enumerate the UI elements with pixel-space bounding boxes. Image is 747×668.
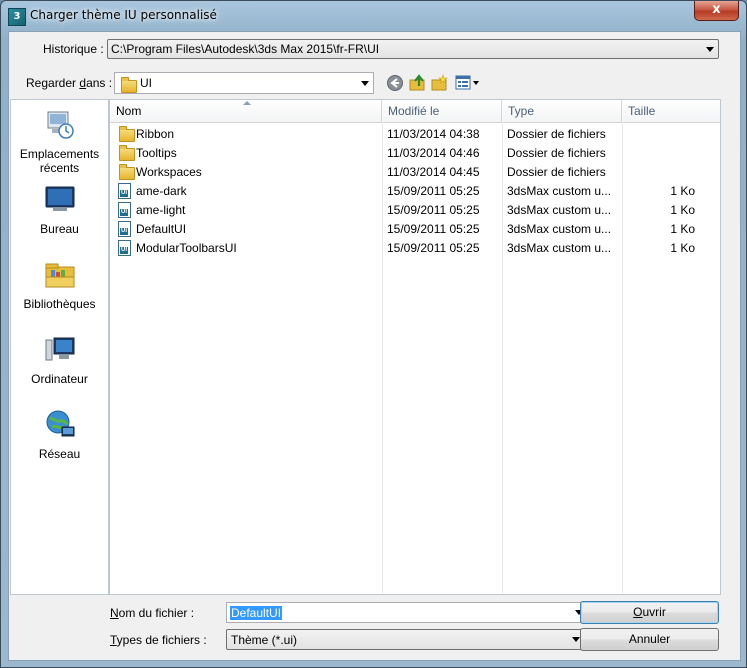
up-folder-button[interactable] xyxy=(409,74,427,92)
places-libraries[interactable]: Bibliothèques xyxy=(11,259,108,311)
cancel-button[interactable]: Annuler xyxy=(580,628,719,651)
file-name: Workspaces xyxy=(136,165,202,179)
places-recent[interactable]: Emplacements récents xyxy=(11,109,108,175)
column-size[interactable]: Taille xyxy=(622,100,720,122)
filename-input[interactable]: DefaultUI xyxy=(226,602,588,623)
file-row[interactable]: Tooltips 11/03/2014 04:46 Dossier de fic… xyxy=(110,144,720,163)
file-type: Dossier de fichiers xyxy=(507,127,606,141)
places-bar: Emplacements récents Bureau Bibliothèque… xyxy=(10,99,109,595)
filetype-value: Thème (*.ui) xyxy=(231,633,298,647)
places-network[interactable]: Réseau xyxy=(11,409,108,461)
folder-icon xyxy=(119,164,135,180)
column-type[interactable]: Type xyxy=(502,100,622,122)
ui-file-icon xyxy=(118,183,131,199)
file-modified: 15/09/2011 05:25 xyxy=(387,222,480,236)
file-row[interactable]: ame-light 15/09/2011 05:25 3dsMax custom… xyxy=(110,201,720,220)
file-type: 3dsMax custom u... xyxy=(507,241,612,255)
view-menu-button[interactable] xyxy=(455,74,481,92)
back-arrow-icon xyxy=(387,75,403,91)
dialog-window: 3 Charger thème IU personnalisé x Histor… xyxy=(0,0,747,668)
look-in-value: UI xyxy=(140,76,152,90)
file-modified: 15/09/2011 05:25 xyxy=(387,184,480,198)
places-computer-label: Ordinateur xyxy=(31,372,88,386)
close-button[interactable]: x xyxy=(694,1,739,21)
places-libraries-label: Bibliothèques xyxy=(23,297,96,311)
open-button[interactable]: Ouvrir xyxy=(580,601,719,624)
back-button[interactable] xyxy=(386,74,404,92)
window-title: Charger thème IU personnalisé xyxy=(30,8,217,22)
chevron-down-icon xyxy=(572,637,580,642)
app-icon[interactable]: 3 xyxy=(8,8,26,26)
file-size: 1 Ko xyxy=(670,241,695,255)
file-size: 1 Ko xyxy=(670,184,695,198)
file-type: Dossier de fichiers xyxy=(507,165,606,179)
chevron-down-icon xyxy=(706,47,714,52)
places-desktop-label: Bureau xyxy=(40,222,79,236)
recent-places-icon xyxy=(44,109,76,141)
file-name: Ribbon xyxy=(136,127,175,141)
file-row[interactable]: ModularToolbarsUI 15/09/2011 05:25 3dsMa… xyxy=(110,239,720,258)
network-icon xyxy=(44,409,76,441)
folder-icon xyxy=(119,126,135,142)
new-folder-icon xyxy=(431,74,448,91)
libraries-icon xyxy=(44,259,76,291)
folder-icon xyxy=(119,145,135,161)
file-modified: 11/03/2014 04:38 xyxy=(387,127,480,141)
file-size: 1 Ko xyxy=(670,203,695,217)
file-name: ame-dark xyxy=(136,184,187,198)
ui-file-icon xyxy=(118,202,131,218)
close-icon: x xyxy=(712,2,721,17)
places-recent-label-1: Emplacements xyxy=(19,147,100,161)
file-modified: 15/09/2011 05:25 xyxy=(387,241,480,255)
ui-file-icon xyxy=(118,221,131,237)
chevron-down-icon xyxy=(361,81,369,86)
filename-value: DefaultUI xyxy=(230,606,283,620)
file-row[interactable]: DefaultUI 15/09/2011 05:25 3dsMax custom… xyxy=(110,220,720,239)
file-name: ame-light xyxy=(136,203,186,217)
view-grid-icon xyxy=(455,75,479,90)
sort-ascending-icon xyxy=(243,101,251,105)
history-label: Historique : xyxy=(43,42,104,56)
file-type: 3dsMax custom u... xyxy=(507,203,612,217)
dialog-client-area: Historique : C:\Program Files\Autodesk\3… xyxy=(8,31,741,661)
file-type: 3dsMax custom u... xyxy=(507,184,612,198)
file-name: DefaultUI xyxy=(136,222,187,236)
new-folder-button[interactable] xyxy=(431,74,449,92)
places-recent-label-2: récents xyxy=(39,161,80,175)
file-modified: 11/03/2014 04:45 xyxy=(387,165,480,179)
up-folder-icon xyxy=(409,74,425,91)
column-modified[interactable]: Modifié le xyxy=(382,100,502,122)
file-size: 1 Ko xyxy=(670,222,695,236)
title-bar[interactable]: 3 Charger thème IU personnalisé x xyxy=(1,1,746,31)
filetype-select[interactable]: Thème (*.ui) xyxy=(226,629,585,650)
look-in-combo[interactable]: UI xyxy=(114,72,374,94)
history-path: C:\Program Files\Autodesk\3ds Max 2015\f… xyxy=(111,42,380,56)
places-computer[interactable]: Ordinateur xyxy=(11,334,108,386)
file-modified: 15/09/2011 05:25 xyxy=(387,203,480,217)
file-type: 3dsMax custom u... xyxy=(507,222,612,236)
file-name: Tooltips xyxy=(136,146,177,160)
ui-file-icon xyxy=(118,240,131,256)
history-combo[interactable]: C:\Program Files\Autodesk\3ds Max 2015\f… xyxy=(107,39,719,59)
file-name: ModularToolbarsUI xyxy=(136,241,237,255)
look-in-label: Regarder dans : xyxy=(26,76,113,90)
filetype-label: Types de fichiers : xyxy=(110,633,207,647)
filename-label: Nom du fichier : xyxy=(110,606,195,620)
file-list: Nom Modifié le Type Taille Ribbon 11/03/… xyxy=(109,99,721,595)
file-row[interactable]: Ribbon 11/03/2014 04:38 Dossier de fichi… xyxy=(110,125,720,144)
desktop-icon xyxy=(44,184,76,216)
file-row[interactable]: Workspaces 11/03/2014 04:45 Dossier de f… xyxy=(110,163,720,182)
file-type: Dossier de fichiers xyxy=(507,146,606,160)
file-row[interactable]: ame-dark 15/09/2011 05:25 3dsMax custom … xyxy=(110,182,720,201)
folder-icon xyxy=(121,77,137,93)
places-network-label: Réseau xyxy=(38,447,81,461)
places-desktop[interactable]: Bureau xyxy=(11,184,108,236)
computer-icon xyxy=(44,334,76,366)
file-list-header: Nom Modifié le Type Taille xyxy=(110,100,720,123)
file-modified: 11/03/2014 04:46 xyxy=(387,146,480,160)
